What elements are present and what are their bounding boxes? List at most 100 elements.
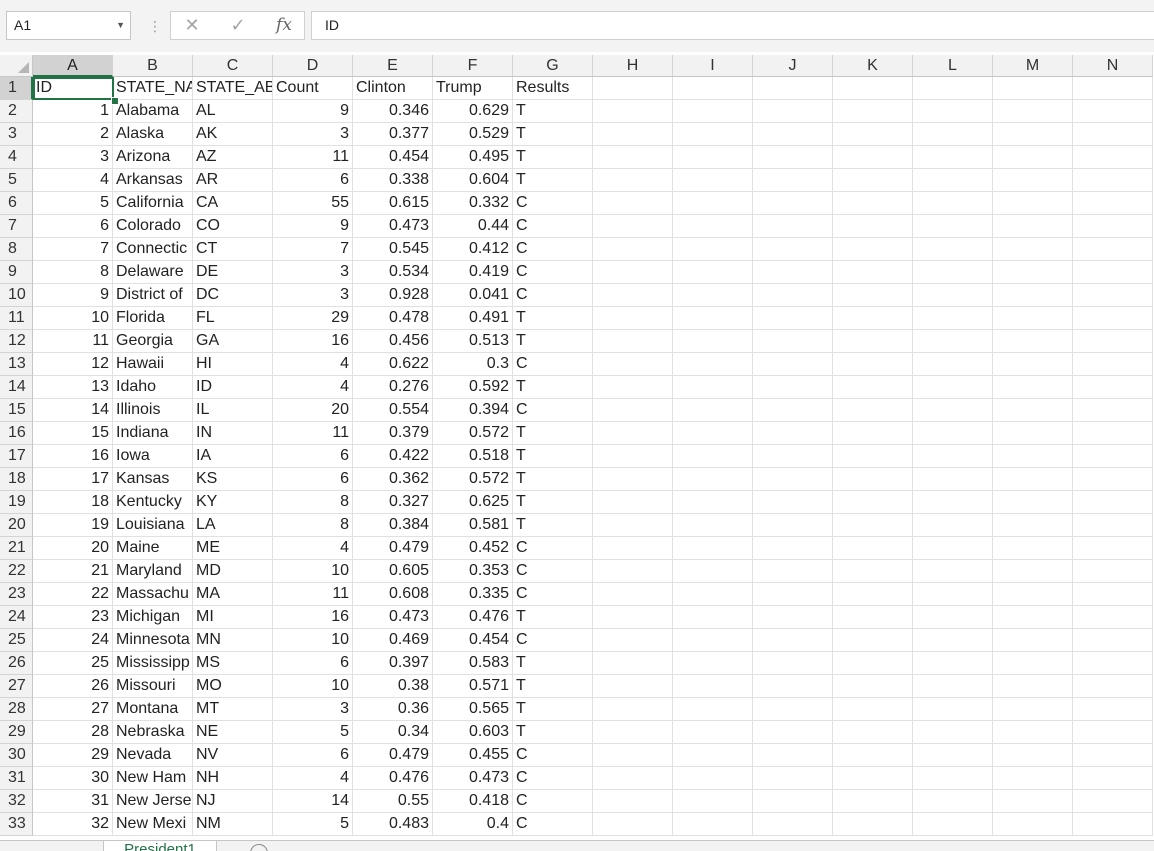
cell-m13[interactable]	[993, 353, 1073, 376]
cell-j20[interactable]	[753, 514, 833, 537]
cell-b33[interactable]: New Mexi	[113, 813, 193, 836]
row-header[interactable]: 15	[0, 399, 33, 422]
cell-i31[interactable]	[673, 767, 753, 790]
cell-b6[interactable]: California	[113, 192, 193, 215]
cell-a32[interactable]: 31	[33, 790, 113, 813]
cell-a7[interactable]: 6	[33, 215, 113, 238]
cell-c18[interactable]: KS	[193, 468, 273, 491]
cell-k2[interactable]	[833, 100, 913, 123]
row-header[interactable]: 10	[0, 284, 33, 307]
cell-n32[interactable]	[1073, 790, 1153, 813]
cell-l23[interactable]	[913, 583, 993, 606]
cell-n17[interactable]	[1073, 445, 1153, 468]
cell-g13[interactable]: C	[513, 353, 593, 376]
row-header[interactable]: 29	[0, 721, 33, 744]
cell-l12[interactable]	[913, 330, 993, 353]
cell-g3[interactable]: T	[513, 123, 593, 146]
cell-d3[interactable]: 3	[273, 123, 353, 146]
cell-n26[interactable]	[1073, 652, 1153, 675]
cell-j32[interactable]	[753, 790, 833, 813]
cell-j12[interactable]	[753, 330, 833, 353]
cell-m9[interactable]	[993, 261, 1073, 284]
cell-e16[interactable]: 0.379	[353, 422, 433, 445]
cell-i2[interactable]	[673, 100, 753, 123]
cell-e9[interactable]: 0.534	[353, 261, 433, 284]
cell-c24[interactable]: MI	[193, 606, 273, 629]
cell-j14[interactable]	[753, 376, 833, 399]
cell-i6[interactable]	[673, 192, 753, 215]
cell-h6[interactable]	[593, 192, 673, 215]
cell-a31[interactable]: 30	[33, 767, 113, 790]
name-box-dropdown-icon[interactable]: ▼	[116, 12, 125, 39]
cell-g24[interactable]: T	[513, 606, 593, 629]
cell-h12[interactable]	[593, 330, 673, 353]
cell-i18[interactable]	[673, 468, 753, 491]
column-header-g[interactable]: G	[513, 55, 593, 77]
cell-h19[interactable]	[593, 491, 673, 514]
cell-e2[interactable]: 0.346	[353, 100, 433, 123]
cell-j10[interactable]	[753, 284, 833, 307]
cell-f19[interactable]: 0.625	[433, 491, 513, 514]
cell-e4[interactable]: 0.454	[353, 146, 433, 169]
cell-k22[interactable]	[833, 560, 913, 583]
cell-k8[interactable]	[833, 238, 913, 261]
cell-n4[interactable]	[1073, 146, 1153, 169]
cell-f29[interactable]: 0.603	[433, 721, 513, 744]
cell-k32[interactable]	[833, 790, 913, 813]
cell-f2[interactable]: 0.629	[433, 100, 513, 123]
cell-k20[interactable]	[833, 514, 913, 537]
cell-n28[interactable]	[1073, 698, 1153, 721]
cell-g20[interactable]: T	[513, 514, 593, 537]
cell-l1[interactable]	[913, 77, 993, 100]
cell-c5[interactable]: AR	[193, 169, 273, 192]
cell-c4[interactable]: AZ	[193, 146, 273, 169]
column-header-b[interactable]: B	[113, 55, 193, 77]
cell-g33[interactable]: C	[513, 813, 593, 836]
cell-j27[interactable]	[753, 675, 833, 698]
cell-c9[interactable]: DE	[193, 261, 273, 284]
cell-h31[interactable]	[593, 767, 673, 790]
cell-a30[interactable]: 29	[33, 744, 113, 767]
cell-f7[interactable]: 0.44	[433, 215, 513, 238]
cell-j1[interactable]	[753, 77, 833, 100]
cell-j9[interactable]	[753, 261, 833, 284]
cell-i21[interactable]	[673, 537, 753, 560]
cell-g18[interactable]: T	[513, 468, 593, 491]
cell-h11[interactable]	[593, 307, 673, 330]
cell-e25[interactable]: 0.469	[353, 629, 433, 652]
cell-g32[interactable]: C	[513, 790, 593, 813]
cell-c25[interactable]: MN	[193, 629, 273, 652]
cell-c6[interactable]: CA	[193, 192, 273, 215]
cell-h10[interactable]	[593, 284, 673, 307]
cell-l31[interactable]	[913, 767, 993, 790]
cell-m19[interactable]	[993, 491, 1073, 514]
cell-c21[interactable]: ME	[193, 537, 273, 560]
cell-n3[interactable]	[1073, 123, 1153, 146]
cell-h17[interactable]	[593, 445, 673, 468]
cell-b4[interactable]: Arizona	[113, 146, 193, 169]
cell-f11[interactable]: 0.491	[433, 307, 513, 330]
column-header-c[interactable]: C	[193, 55, 273, 77]
cell-n14[interactable]	[1073, 376, 1153, 399]
cell-c10[interactable]: DC	[193, 284, 273, 307]
cell-m6[interactable]	[993, 192, 1073, 215]
row-header[interactable]: 24	[0, 606, 33, 629]
cell-h26[interactable]	[593, 652, 673, 675]
row-header[interactable]: 32	[0, 790, 33, 813]
cell-m31[interactable]	[993, 767, 1073, 790]
cell-g31[interactable]: C	[513, 767, 593, 790]
cell-j26[interactable]	[753, 652, 833, 675]
cell-j18[interactable]	[753, 468, 833, 491]
cell-k25[interactable]	[833, 629, 913, 652]
cell-l3[interactable]	[913, 123, 993, 146]
cell-j25[interactable]	[753, 629, 833, 652]
cell-m16[interactable]	[993, 422, 1073, 445]
cell-b5[interactable]: Arkansas	[113, 169, 193, 192]
cell-i9[interactable]	[673, 261, 753, 284]
cell-n30[interactable]	[1073, 744, 1153, 767]
cell-m20[interactable]	[993, 514, 1073, 537]
cell-h1[interactable]	[593, 77, 673, 100]
cell-m28[interactable]	[993, 698, 1073, 721]
cell-n15[interactable]	[1073, 399, 1153, 422]
row-header[interactable]: 22	[0, 560, 33, 583]
